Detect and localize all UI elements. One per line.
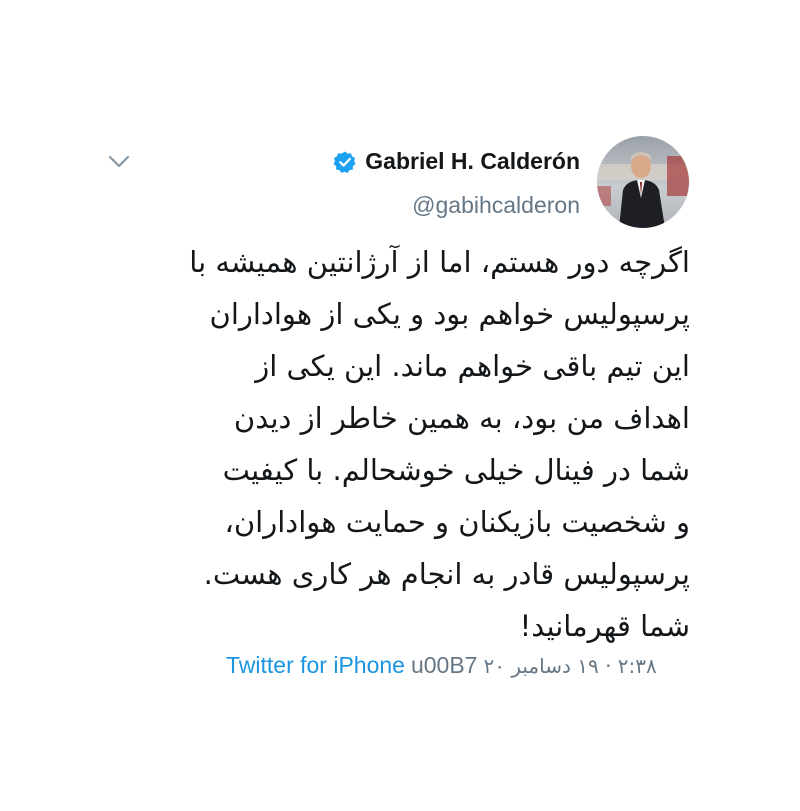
chevron-down-icon <box>108 155 130 168</box>
metadata-separator: u00B7 <box>410 652 478 678</box>
tweet-text-line: شما در فینال خیلی خوشحالم. با کیفیت <box>222 453 690 487</box>
avatar-photo <box>597 136 689 228</box>
tweet-text-line: اگرچه دور هستم، اما از آرژانتین همیشه با <box>189 245 690 279</box>
tweet-text-line: پرسپولیس قادر به انجام هر کاری هست. <box>203 557 690 591</box>
author-handle[interactable]: @gabihcalderon <box>412 192 580 219</box>
tweet-text-line: پرسپولیس خواهم بود و یکی از هواداران <box>209 297 690 331</box>
tweet-text-line: و شخصیت بازیکنان و حمایت هواداران، <box>224 505 690 539</box>
tweet-metadata: Twitter for iPhone u00B7 ۲:۳۸ · ۱۹ دسامب… <box>226 652 657 679</box>
author-name: Gabriel H. Calderón <box>365 148 580 174</box>
avatar[interactable] <box>597 136 689 228</box>
tweet-text: اگرچه دور هستم، اما از آرژانتین همیشه با… <box>140 236 690 652</box>
tweet-text-line: اهداف من بود، به همین خاطر از دیدن <box>233 401 690 435</box>
tweet-menu-chevron[interactable] <box>104 150 134 174</box>
author-name-row[interactable]: Gabriel H. Calderón <box>333 148 580 175</box>
tweet-timestamp[interactable]: ۲:۳۸ · ۱۹ دسامبر ۲۰ <box>483 654 656 678</box>
tweet-text-line: شما قهرمانید! <box>519 609 690 643</box>
tweet-text-line: این تیم باقی خواهم ماند. این یکی از <box>255 349 690 383</box>
tweet-card: Gabriel H. Calderón @gabihcalderon اگرچه <box>0 0 800 811</box>
verified-badge-icon <box>333 151 356 173</box>
tweet-source-link[interactable]: Twitter for iPhone <box>226 652 405 679</box>
